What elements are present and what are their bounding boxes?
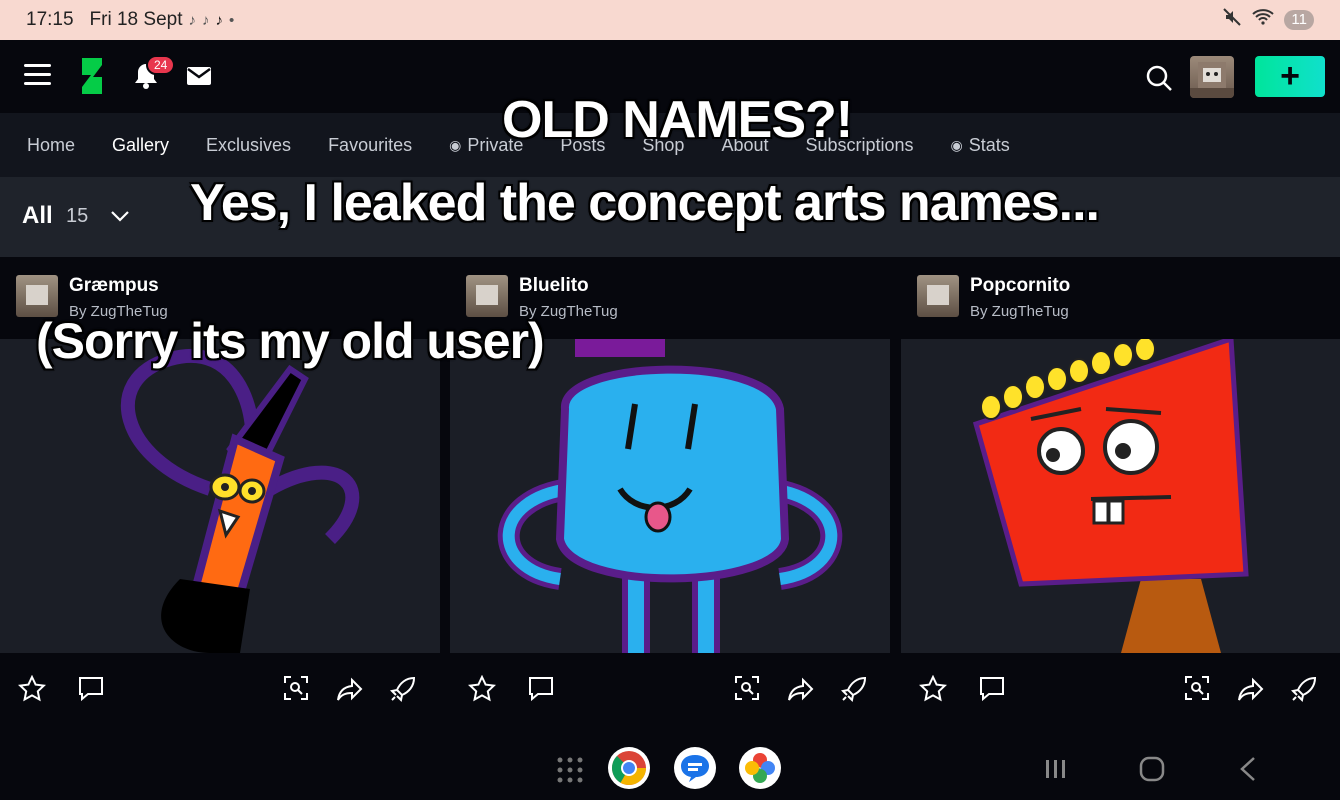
status-time: 17:15 (26, 9, 74, 30)
card-header[interactable]: Popcornito By ZugTheTug (901, 257, 1340, 339)
filter-count: 15 (66, 205, 89, 227)
eye-icon: ◉ (950, 136, 963, 153)
artwork-thumbnail[interactable] (901, 339, 1340, 653)
card-actions (450, 653, 890, 728)
share-icon[interactable] (336, 675, 364, 708)
mute-icon (1222, 7, 1242, 33)
artwork-thumbnail[interactable] (450, 339, 890, 653)
back-icon[interactable] (1238, 756, 1258, 787)
tiktok-icon: ♪ (188, 11, 196, 29)
share-icon[interactable] (787, 675, 815, 708)
wifi-icon (1252, 8, 1275, 32)
comment-icon[interactable] (77, 675, 105, 708)
star-icon[interactable] (918, 674, 948, 708)
user-avatar[interactable] (1190, 56, 1234, 98)
author-avatar[interactable] (917, 275, 959, 317)
overlay-caption: OLD NAMES?! (502, 91, 853, 149)
screen: 17:15 Fri 18 Sept ♪ ♪ ♪ • 11 24 + Home G… (0, 0, 1340, 800)
home-icon[interactable] (1139, 756, 1165, 787)
overlay-caption: Yes, I leaked the concept arts names... (190, 174, 1100, 232)
tiktok-icon: ♪ (215, 11, 223, 29)
artwork-thumbnail[interactable] (0, 339, 440, 653)
card-title[interactable]: Græmpus (69, 275, 159, 297)
tiktok-icon: ♪ (201, 11, 210, 29)
menu-icon[interactable] (24, 64, 51, 86)
card-author[interactable]: By ZugTheTug (970, 303, 1069, 320)
tab-favourites[interactable]: Favourites (328, 135, 412, 156)
tab-stats[interactable]: ◉ Stats (951, 135, 1010, 156)
comment-icon[interactable] (527, 675, 555, 708)
tab-gallery[interactable]: Gallery (112, 135, 169, 156)
photos-app-icon[interactable] (739, 747, 781, 789)
card-actions (0, 653, 440, 728)
chevron-down-icon[interactable] (110, 209, 130, 227)
zoom-view-icon[interactable] (734, 675, 760, 706)
filter-label[interactable]: All (22, 202, 53, 230)
star-icon[interactable] (467, 674, 497, 708)
comment-icon[interactable] (978, 675, 1006, 708)
deviantart-logo-icon[interactable] (78, 58, 104, 99)
card-title[interactable]: Popcornito (970, 275, 1070, 297)
status-date: Fri 18 Sept (89, 9, 183, 30)
share-icon[interactable] (1237, 675, 1265, 708)
create-button[interactable]: + (1255, 56, 1325, 97)
overlay-caption: (Sorry its my old user) (36, 313, 545, 369)
eye-icon: ◉ (449, 136, 462, 153)
chrome-app-icon[interactable] (608, 747, 650, 789)
recent-apps-icon[interactable] (1044, 758, 1068, 785)
messages-app-icon[interactable] (674, 747, 716, 789)
zoom-view-icon[interactable] (1184, 675, 1210, 706)
messages-icon[interactable] (186, 66, 212, 91)
card-actions (901, 653, 1340, 728)
search-icon[interactable] (1145, 64, 1173, 97)
android-nav-bar (0, 728, 1340, 800)
rocket-icon[interactable] (1290, 675, 1318, 708)
card-title[interactable]: Bluelito (519, 275, 589, 297)
app-drawer-icon[interactable] (556, 756, 584, 789)
rocket-icon[interactable] (389, 675, 417, 708)
notification-badge: 24 (146, 55, 176, 75)
battery-indicator: 11 (1284, 10, 1314, 30)
author-avatar[interactable] (16, 275, 58, 317)
dot-icon: • (228, 11, 235, 29)
tab-home[interactable]: Home (27, 135, 75, 156)
star-icon[interactable] (17, 674, 47, 708)
tab-exclusives[interactable]: Exclusives (206, 135, 291, 156)
author-avatar[interactable] (466, 275, 508, 317)
rocket-icon[interactable] (840, 675, 868, 708)
zoom-view-icon[interactable] (283, 675, 309, 706)
status-bar: 17:15 Fri 18 Sept ♪ ♪ ♪ • 11 (0, 0, 1340, 40)
